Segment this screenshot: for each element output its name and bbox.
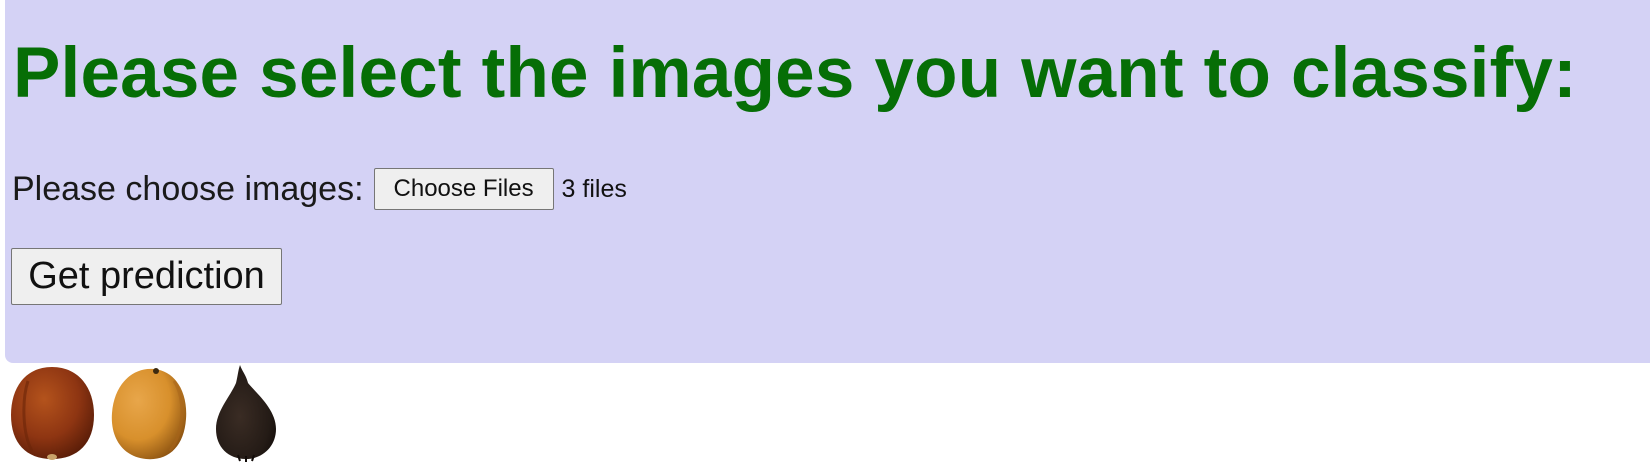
- preview-image-2: [111, 368, 187, 460]
- choose-files-button[interactable]: Choose Files: [373, 168, 554, 210]
- file-picker-row: Please choose images: Choose Files 3 fil…: [12, 166, 627, 212]
- upload-panel: Please select the images you want to cla…: [5, 0, 1650, 363]
- file-picker-label: Please choose images:: [12, 169, 364, 208]
- preview-image-3: [216, 365, 276, 462]
- get-prediction-button[interactable]: Get prediction: [11, 248, 282, 305]
- page-title: Please select the images you want to cla…: [13, 34, 1577, 113]
- image-previews: [0, 363, 300, 463]
- selected-files-count: 3 files: [561, 174, 627, 203]
- preview-image-1: [11, 367, 94, 460]
